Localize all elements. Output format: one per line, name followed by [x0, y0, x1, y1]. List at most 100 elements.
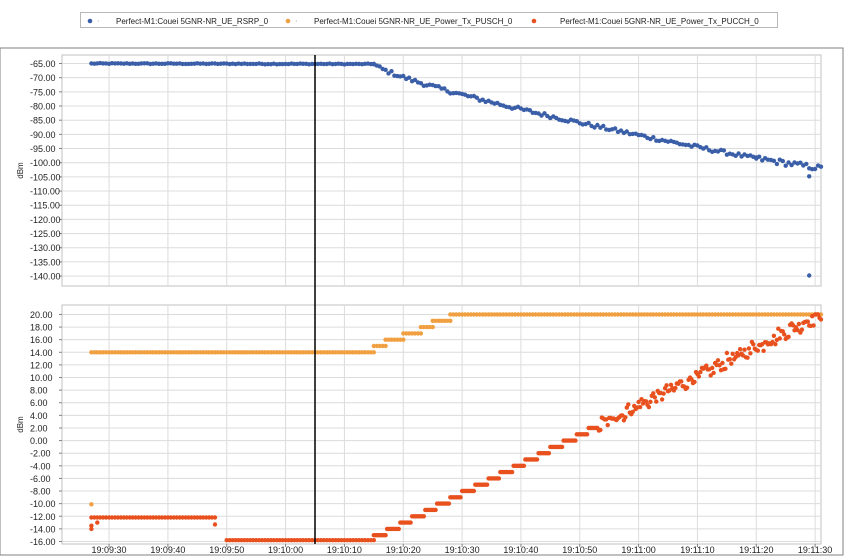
xtick-label: 19:10:20: [386, 545, 421, 555]
power_panel-ytick-label: 20.00: [30, 310, 53, 320]
rsrp_panel-ytick-label: -115.00: [30, 201, 60, 211]
point-pucch: [212, 515, 218, 520]
power_panel-ytick-label: -14.00: [30, 524, 56, 534]
point-pucch: [471, 488, 477, 494]
power_panel-ytick-label: 0.00: [30, 436, 48, 446]
xtick-label: 19:11:10: [680, 545, 714, 555]
power_panel-ytick-label: -8.00: [30, 487, 51, 497]
point-pucch: [573, 438, 578, 443]
point-pucch: [773, 342, 778, 347]
rsrp_panel-ylabel: dBm: [16, 162, 25, 179]
power_panel-ytick-label: -16.00: [30, 537, 56, 547]
power_panel-ytick-label: 10.00: [30, 373, 53, 383]
point-pusch: [383, 343, 388, 349]
point-pucch: [559, 444, 565, 450]
point-pucch: [509, 469, 515, 475]
point-rsrp: [757, 154, 762, 159]
point-pucch: [421, 514, 426, 519]
point-pucch: [711, 370, 716, 376]
point-pucch: [654, 399, 659, 404]
point-rsrp: [601, 123, 606, 129]
point-pucch: [496, 476, 502, 481]
point-pucch: [751, 342, 756, 347]
point-pucch: [730, 351, 735, 356]
rsrp_panel-ytick-label: -95.00: [30, 144, 56, 154]
point-rsrp: [804, 161, 809, 167]
point-pucch: [692, 379, 697, 385]
point-rsrp: [771, 158, 777, 163]
rsrp_panel-ytick-label: -65.00: [30, 59, 56, 69]
power_panel-background: [61, 304, 822, 545]
point-pucch: [637, 404, 643, 410]
rsrp_panel-ytick-label: -80.00: [30, 102, 56, 112]
point-pucch: [715, 358, 721, 363]
xtick-label: 19:11:00: [621, 545, 655, 555]
point-pucch: [521, 463, 527, 468]
point-pucch: [371, 538, 376, 543]
point-pucch: [396, 526, 401, 532]
point-rsrp: [406, 75, 412, 80]
point-pucch: [648, 399, 653, 404]
point-pucch: [598, 427, 603, 433]
xtick-label: 19:09:40: [150, 545, 185, 555]
point-rsrp: [780, 158, 785, 164]
rsrp_panel-ytick-label: -75.00: [30, 87, 56, 97]
point-pucch: [383, 533, 388, 538]
point-pucch: [646, 404, 652, 410]
point-pusch: [418, 331, 424, 336]
point-pucch: [755, 348, 760, 353]
point-pusch: [430, 324, 435, 330]
point-pucch: [746, 346, 752, 351]
rsrp_panel-ytick-label: -90.00: [30, 130, 56, 140]
point-pucch: [704, 363, 709, 368]
point-pucch: [89, 526, 94, 532]
point-pucch: [534, 457, 540, 462]
point-rsrp: [807, 273, 812, 278]
point-rsrp: [383, 67, 388, 73]
rsrp_panel-ytick-label: -140.00: [30, 272, 61, 282]
point-pucch: [761, 348, 766, 353]
point-pucch: [745, 355, 750, 360]
point-pucch: [786, 334, 791, 339]
point-rsrp: [818, 164, 824, 169]
point-pucch: [818, 317, 824, 322]
point-rsrp: [612, 126, 618, 131]
xtick-label: 19:10:40: [503, 545, 538, 555]
point-pucch: [408, 520, 413, 525]
point-pucch: [698, 369, 703, 375]
xtick-label: 19:10:00: [268, 545, 303, 555]
rsrp_panel-ytick-label: -110.00: [30, 187, 60, 197]
xtick-label: 19:11:20: [739, 545, 773, 555]
xtick-label: 19:10:50: [562, 545, 597, 555]
power_panel-ytick-label: -2.00: [30, 449, 51, 459]
point-pucch: [623, 415, 628, 420]
point-pusch: [448, 318, 453, 323]
point-pucch: [664, 383, 669, 388]
point-pucch: [679, 379, 684, 384]
point-pucch: [742, 347, 747, 352]
xtick-label: 19:09:30: [92, 545, 127, 555]
point-pusch: [89, 502, 94, 507]
power_panel-ytick-label: 18.00: [30, 323, 53, 333]
point-rsrp: [807, 174, 812, 179]
point-pucch: [458, 495, 463, 500]
xtick-label: 19:10:10: [327, 545, 362, 555]
power_panel-ytick-label: -6.00: [30, 474, 51, 484]
rsrp_panel-ytick-label: -135.00: [30, 257, 61, 267]
point-pucch: [777, 336, 782, 341]
point-pucch: [626, 402, 631, 407]
power_panel-ytick-label: -4.00: [30, 461, 51, 471]
point-pucch: [748, 351, 753, 356]
point-pucch: [799, 327, 805, 332]
point-pucch: [684, 385, 690, 390]
point-pucch: [673, 385, 678, 391]
point-rsrp: [721, 148, 727, 153]
point-pucch: [212, 522, 218, 527]
point-pucch: [796, 321, 802, 327]
power_panel-ytick-label: 2.00: [30, 423, 48, 433]
point-pucch: [546, 451, 552, 456]
point-pucch: [661, 391, 666, 396]
power_panel-ylabel: dBm: [16, 416, 25, 433]
power_panel-ytick-label: -12.00: [30, 512, 56, 522]
point-pucch: [652, 395, 657, 400]
